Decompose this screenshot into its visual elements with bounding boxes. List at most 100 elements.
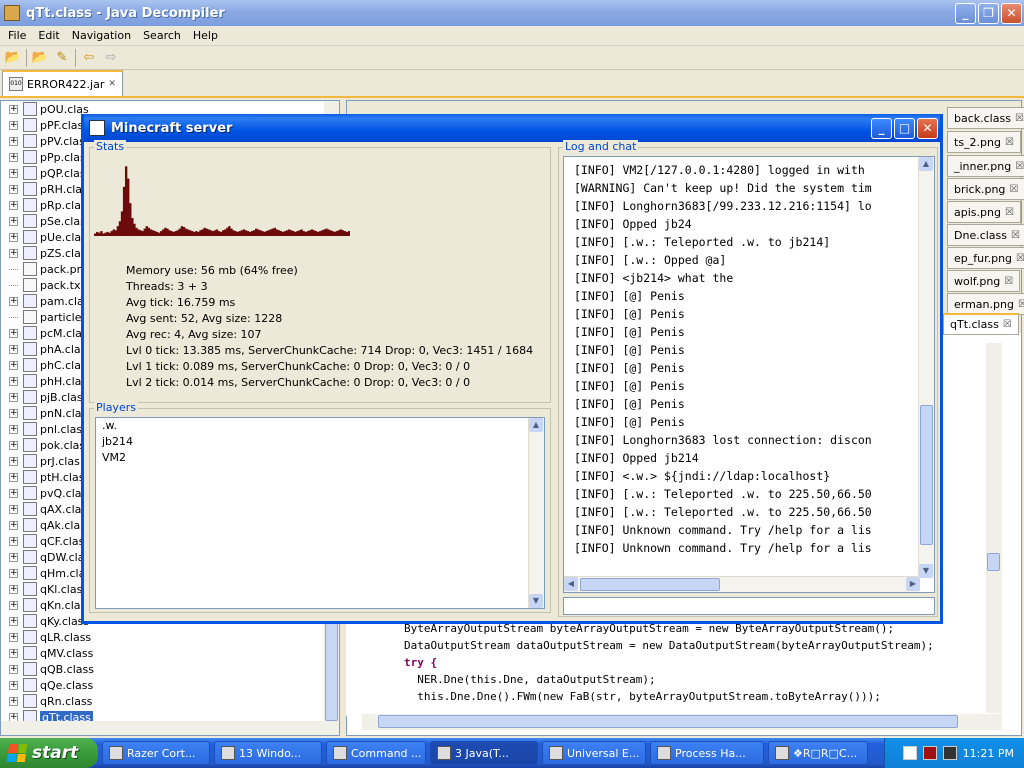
forward-arrow-icon[interactable]: ⇨ [102,49,120,67]
expand-icon[interactable]: + [9,472,18,482]
log-hscroll-thumb[interactable] [580,578,720,591]
editor-tab[interactable]: ts_2.png ☒ [947,131,1021,153]
tree-horizontal-scrollbar[interactable] [1,721,324,735]
expand-icon[interactable]: + [9,456,18,466]
expand-icon[interactable]: + [9,520,18,530]
expand-icon[interactable]: + [9,200,18,210]
close-tab-icon[interactable]: ☒ [1004,276,1013,287]
scroll-down-arrow[interactable]: ▼ [919,564,933,578]
expand-icon[interactable]: + [9,344,18,354]
editor-tab[interactable]: Dne.class ☒ [947,224,1024,246]
expand-icon[interactable]: + [9,488,18,498]
expand-icon[interactable]: + [9,296,18,306]
close-tab-icon[interactable]: ☒ [1005,207,1014,218]
jd-titlebar[interactable]: qTt.class - Java Decompiler _ ❐ ✕ [0,0,1024,26]
expand-icon[interactable]: + [9,232,18,242]
close-tab-icon[interactable]: ☒ [1009,184,1018,195]
expand-icon[interactable]: + [9,600,18,610]
tree-item[interactable]: + qLR.class [1,629,339,645]
editor-tab[interactable]: _inner.png ☒ [947,155,1024,177]
scroll-up-arrow[interactable]: ▲ [529,418,543,432]
chat-input[interactable] [563,597,935,615]
log-scroll-thumb[interactable] [920,405,933,545]
editor-tab[interactable]: brick.png ☒ [947,178,1024,200]
taskbar-button[interactable]: 3 Java(T... [430,741,538,765]
scroll-up-arrow[interactable]: ▲ [919,157,933,171]
log-textarea[interactable]: [INFO] VM2[/127.0.0.1:4280] logged in wi… [563,156,935,593]
menu-navigation[interactable]: Navigation [66,29,137,42]
editor-tab[interactable]: apis.png ☒ [947,201,1021,223]
expand-icon[interactable]: + [9,120,18,130]
expand-icon[interactable]: + [9,648,18,658]
back-arrow-icon[interactable]: ⇦ [80,49,98,67]
mc-titlebar[interactable]: Minecraft server _ □ ✕ [84,114,940,142]
players-scrollbar[interactable]: ▲ ▼ [528,418,544,608]
expand-icon[interactable]: + [9,440,18,450]
mc-minimize-button[interactable]: _ [871,117,892,139]
expand-icon[interactable]: + [9,360,18,370]
expand-icon[interactable]: + [9,552,18,562]
editor-tab[interactable]: erman.png ☒ [947,293,1024,315]
expand-icon[interactable]: + [9,504,18,514]
log-vertical-scrollbar[interactable]: ▲ ▼ [918,157,934,578]
expand-icon[interactable]: + [9,248,18,258]
wand-icon[interactable]: ✎ [53,49,71,67]
code-vertical-scrollbar[interactable] [986,343,1002,713]
editor-tab-active[interactable]: qTt.class ☒ [943,313,1019,335]
taskbar-button[interactable]: Process Ha... [650,741,764,765]
scroll-left-arrow[interactable]: ◀ [564,577,578,591]
expand-icon[interactable]: + [9,696,18,706]
player-item[interactable]: VM2 [96,450,544,466]
open-folder-icon[interactable]: 📂 [4,49,22,67]
red-tray-icon[interactable] [922,746,937,760]
taskbar-button[interactable]: ❖R□R□C... [768,741,868,765]
restore-button[interactable]: ❐ [978,2,999,24]
close-tab-icon[interactable]: ✕ [108,79,116,89]
expand-icon[interactable]: + [9,104,18,114]
taskbar-button[interactable]: 13 Windo... [214,741,322,765]
editor-tab[interactable]: ep_fur.png ☒ [947,247,1024,269]
mc-maximize-button[interactable]: □ [894,117,915,139]
close-tab-icon[interactable]: ☒ [1018,299,1024,310]
code-scroll-thumb[interactable] [987,553,1000,571]
player-item[interactable]: .w. [96,418,544,434]
taskbar-button[interactable]: Command ... [326,741,426,765]
close-tab-icon[interactable]: ☒ [1016,253,1024,264]
menu-help[interactable]: Help [187,29,224,42]
taskbar-button[interactable]: Razer Cort... [102,741,210,765]
close-tab-icon[interactable]: ☒ [1015,161,1024,172]
expand-icon[interactable]: + [9,632,18,642]
scroll-right-arrow[interactable]: ▶ [906,577,920,591]
close-tab-icon[interactable]: ☒ [1015,113,1024,124]
log-horizontal-scrollbar[interactable]: ◀ ▶ [564,576,920,592]
expand-icon[interactable]: + [9,328,18,338]
hfs-icon[interactable] [942,746,957,760]
expand-icon[interactable]: + [9,408,18,418]
scroll-down-arrow[interactable]: ▼ [529,594,543,608]
open-folder-2-icon[interactable]: 📂 [31,49,49,67]
code-editor[interactable]: ByteArrayOutputStream byteArrayOutputStr… [346,620,986,716]
code-hscroll-thumb[interactable] [378,715,958,728]
tree-item[interactable]: + qRn.class [1,693,339,709]
close-tab-icon[interactable]: ☒ [1005,137,1014,148]
expand-icon[interactable]: + [9,168,18,178]
tree-item[interactable]: + qQe.class [1,677,339,693]
editor-tab[interactable]: back.class ☒ [947,107,1024,129]
mc-close-button[interactable]: ✕ [917,117,938,139]
expand-icon[interactable]: + [9,584,18,594]
expand-icon[interactable]: + [9,616,18,626]
tree-item[interactable]: + qQB.class [1,661,339,677]
expand-icon[interactable]: + [9,152,18,162]
editor-tab[interactable]: wolf.png ☒ [947,270,1021,292]
keyboard-icon[interactable] [902,746,917,760]
jar-tab[interactable]: 010 ERROR422.jar ✕ [2,70,123,96]
tree-item[interactable]: + qMV.class [1,645,339,661]
tree-scroll-thumb[interactable] [325,621,338,721]
taskbar-button[interactable]: Universal E... [542,741,646,765]
close-tab-icon[interactable]: ☒ [1003,319,1012,330]
close-button[interactable]: ✕ [1001,2,1022,24]
expand-icon[interactable]: + [9,392,18,402]
expand-icon[interactable]: + [9,664,18,674]
player-item[interactable]: jb214 [96,434,544,450]
expand-icon[interactable]: + [9,424,18,434]
